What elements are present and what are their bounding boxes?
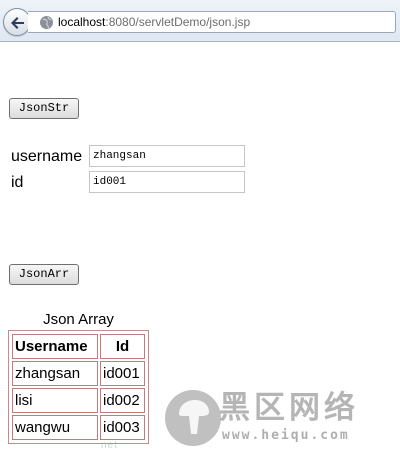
id-field[interactable] — [89, 171, 245, 193]
cell-username: zhangsan — [12, 361, 98, 386]
watermark: 黑区网络 www.heiqu.com net — [101, 390, 400, 460]
browser-toolbar: localhost:8080/servletDemo/json.jsp — [0, 0, 400, 42]
cell-id: id002 — [100, 388, 145, 413]
username-label: username — [11, 148, 83, 165]
url-path: :8080/servletDemo/json.jsp — [105, 15, 251, 29]
url-host: localhost — [58, 15, 106, 29]
watermark-title: 黑区网络 — [219, 390, 359, 426]
json-array-table: Username Id zhangsan id001 lisi id002 wa… — [8, 330, 149, 444]
cell-username: lisi — [12, 388, 98, 413]
cell-id: id003 — [100, 415, 145, 440]
cell-username: wangwu — [12, 415, 98, 440]
watermark-url: www.heiqu.com — [222, 428, 350, 443]
address-bar[interactable]: localhost:8080/servletDemo/json.jsp — [28, 11, 396, 33]
table-header-row: Username Id — [12, 334, 145, 359]
cell-id: id001 — [100, 361, 145, 386]
username-field[interactable] — [89, 145, 245, 167]
mushroom-logo-icon — [165, 390, 221, 446]
back-arrow-icon — [11, 17, 24, 29]
json-str-button[interactable]: JsonStr — [9, 98, 79, 119]
globe-icon — [40, 16, 53, 29]
table-row: lisi id002 — [12, 388, 145, 413]
table-caption: Json Array — [43, 311, 114, 328]
back-button[interactable] — [3, 8, 31, 36]
url-text: localhost:8080/servletDemo/json.jsp — [58, 15, 250, 30]
id-label: id — [11, 174, 24, 191]
table-row: zhangsan id001 — [12, 361, 145, 386]
table-row: wangwu id003 — [12, 415, 145, 440]
header-id: Id — [100, 334, 145, 359]
json-arr-button[interactable]: JsonArr — [9, 264, 79, 285]
header-username: Username — [12, 334, 98, 359]
